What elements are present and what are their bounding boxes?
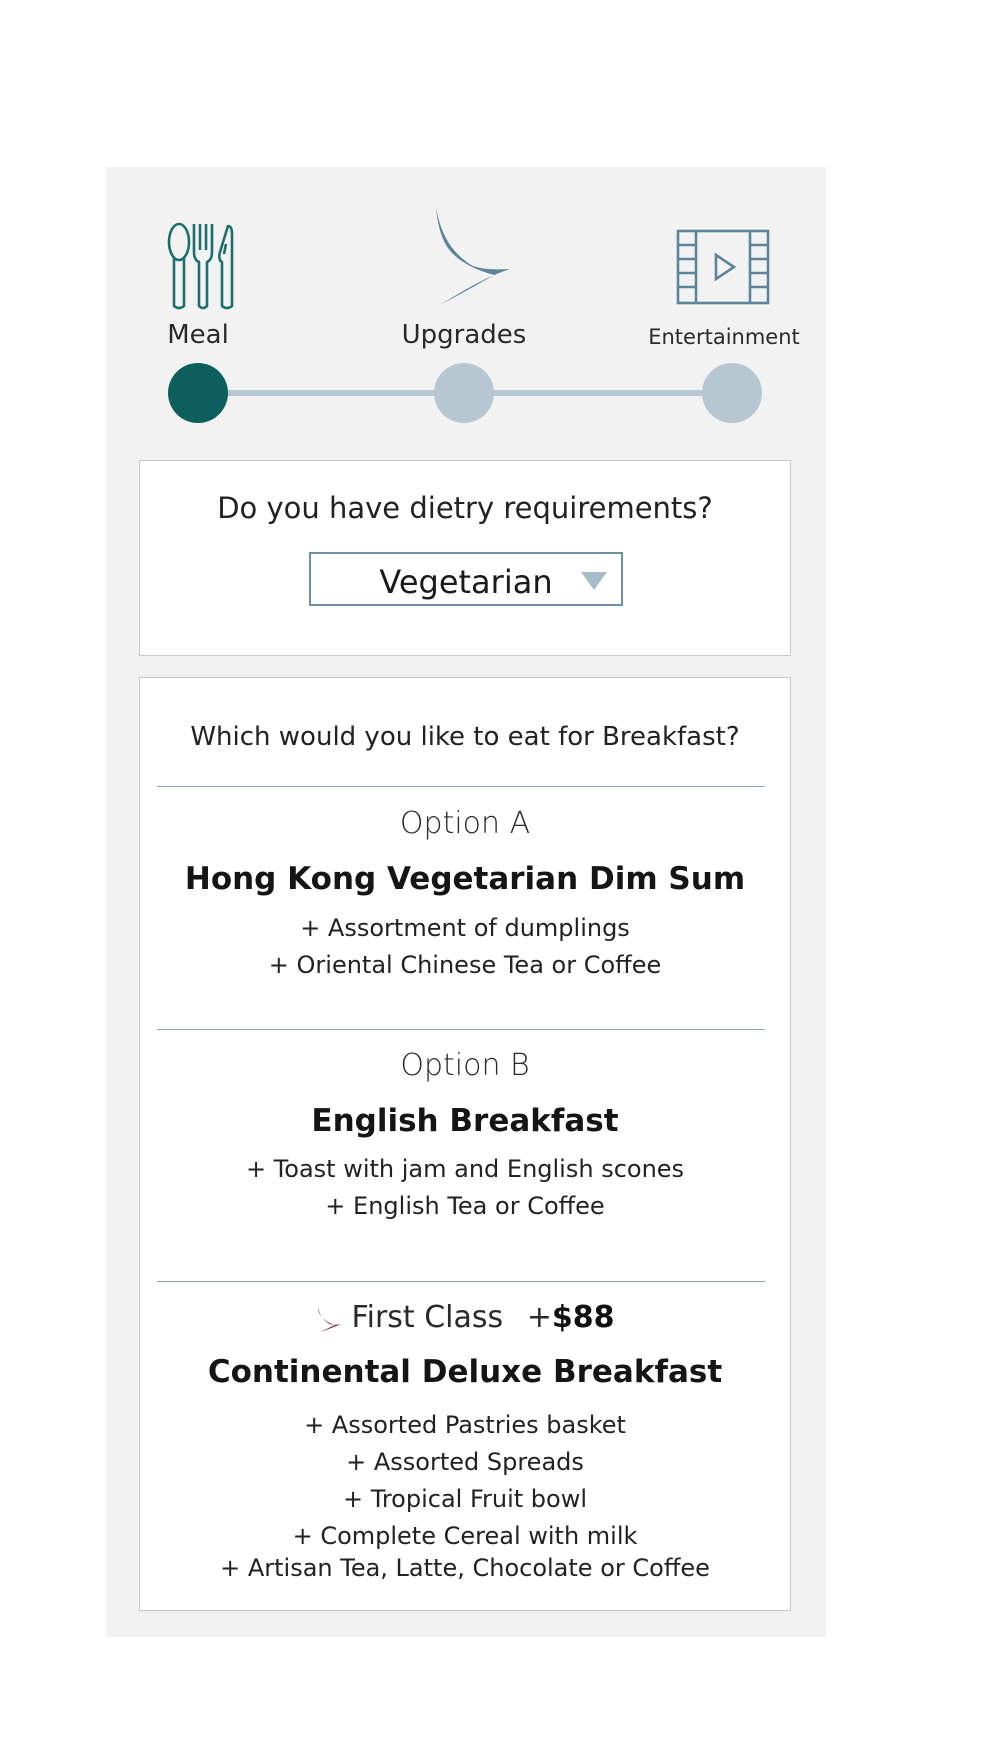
dish-item: + English Tea or Coffee [325, 1192, 605, 1220]
dish-item: + Assorted Spreads [346, 1448, 584, 1476]
step-dot-meal[interactable] [168, 363, 228, 423]
step-label-upgrades: Upgrades [401, 320, 527, 350]
dish-item: + Assorted Pastries basket [304, 1411, 626, 1439]
dish-name: Hong Kong Vegetarian Dim Sum [184, 861, 746, 897]
progress-line [486, 390, 722, 396]
option-label: Option B [400, 1048, 530, 1083]
first-class-logo-icon [317, 1306, 341, 1332]
progress-line [206, 390, 442, 396]
diet-select[interactable]: Vegetarian [309, 552, 623, 606]
dish-item: + Artisan Tea, Latte, Chocolate or Coffe… [220, 1554, 710, 1582]
first-class-row: First Class +$88 [140, 1300, 790, 1335]
dish-item: + Tropical Fruit bowl [342, 1485, 588, 1513]
film-play-icon [676, 229, 770, 305]
booking-panel: Meal Upgrades Entertainment Do you have … [106, 167, 826, 1637]
price-prefix: + [526, 1300, 552, 1335]
diet-card: Do you have dietry requirements? Vegetar… [139, 460, 791, 656]
chevron-down-icon [581, 572, 607, 590]
dish-name: English Breakfast [311, 1103, 619, 1139]
diet-question: Do you have dietry requirements? [217, 491, 713, 525]
divider [157, 786, 765, 787]
first-class-label: First Class [351, 1300, 504, 1335]
step-label-entertainment: Entertainment [648, 325, 800, 349]
dish-item: + Toast with jam and English scones [245, 1155, 685, 1183]
meal-card: Which would you like to eat for Breakfas… [139, 677, 791, 1611]
step-dot-entertainment[interactable] [702, 363, 762, 423]
divider [157, 1281, 765, 1282]
dish-item: + Oriental Chinese Tea or Coffee [268, 951, 662, 979]
dish-item: + Assortment of dumplings [300, 914, 630, 942]
step-label-meal: Meal [167, 320, 229, 350]
dish-item: + Complete Cereal with milk [292, 1522, 638, 1550]
cutlery-icon [167, 222, 234, 310]
diet-select-value: Vegetarian [379, 563, 553, 601]
dish-name: Continental Deluxe Breakfast [207, 1354, 723, 1390]
divider [157, 1029, 765, 1030]
airline-logo-icon [436, 207, 510, 305]
first-class-price: $88 [551, 1300, 615, 1335]
step-dot-upgrades[interactable] [434, 363, 494, 423]
meal-question: Which would you like to eat for Breakfas… [190, 722, 740, 752]
option-label: Option A [399, 806, 531, 841]
